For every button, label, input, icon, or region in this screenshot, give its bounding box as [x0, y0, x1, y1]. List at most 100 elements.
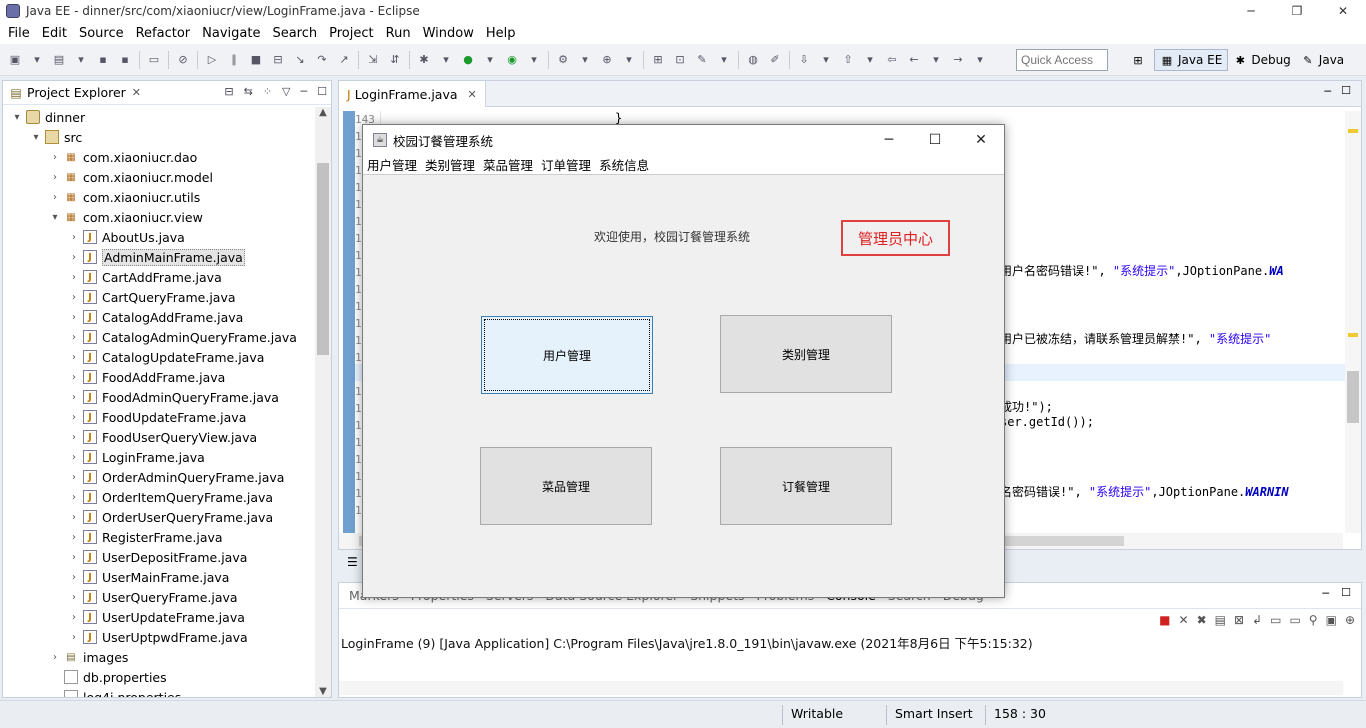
run-server-icon[interactable]: ◉ — [503, 51, 521, 69]
minimize-icon[interactable]: ─ — [1324, 85, 1331, 98]
collapsed-chevron-icon[interactable]: › — [49, 152, 61, 163]
collapsed-chevron-icon[interactable]: › — [68, 372, 80, 383]
tree-item[interactable]: › J CartAddFrame.java — [3, 267, 315, 287]
perspective-debug[interactable]: ✱ Debug — [1228, 49, 1295, 71]
step-into-icon[interactable]: ↘ — [291, 51, 309, 69]
maximize-icon[interactable]: ☐ — [317, 85, 327, 98]
word-wrap-icon[interactable]: ↲ — [1252, 613, 1262, 627]
tree-item[interactable]: › J CartQueryFrame.java — [3, 287, 315, 307]
explorer-scrollbar[interactable]: ▲ ▼ — [315, 107, 331, 697]
collapsed-chevron-icon[interactable]: › — [68, 592, 80, 603]
tree-item[interactable]: › J CatalogUpdateFrame.java — [3, 347, 315, 367]
terminate-icon[interactable]: ■ — [1159, 613, 1170, 627]
collapsed-chevron-icon[interactable]: › — [68, 312, 80, 323]
pin-console-icon[interactable]: ⚲ — [1309, 613, 1318, 627]
tree-item[interactable]: ▾ dinner — [3, 107, 315, 127]
dropdown-icon[interactable]: ▾ — [28, 51, 46, 69]
minimize-icon[interactable]: ─ — [1322, 587, 1329, 600]
collapsed-chevron-icon[interactable]: › — [68, 352, 80, 363]
collapsed-chevron-icon[interactable]: › — [68, 452, 80, 463]
toggle-mark-occurrences-icon[interactable]: ✐ — [766, 51, 784, 69]
tree-item[interactable]: › J UserDepositFrame.java — [3, 547, 315, 567]
new-java-class-icon[interactable]: ⊕ — [598, 51, 616, 69]
tree-item[interactable]: db.properties — [3, 667, 315, 687]
tree-item[interactable]: › J CatalogAddFrame.java — [3, 307, 315, 327]
dropdown-icon[interactable]: ▾ — [72, 51, 90, 69]
dropdown-icon[interactable]: ▾ — [817, 51, 835, 69]
tree-item[interactable]: › J FoodUpdateFrame.java — [3, 407, 315, 427]
dropdown-icon[interactable]: ▾ — [576, 51, 594, 69]
external-tools-icon[interactable]: ⚙ — [554, 51, 572, 69]
overview-ruler[interactable] — [1345, 111, 1361, 533]
swing-menu-user-management[interactable]: 用户管理 — [363, 155, 421, 174]
collapsed-chevron-icon[interactable]: › — [68, 472, 80, 483]
tree-item[interactable]: › ▦ com.xiaoniucr.utils — [3, 187, 315, 207]
use-step-filters-icon[interactable]: ⇵ — [386, 51, 404, 69]
show-on-stderr-icon[interactable]: ▭ — [1289, 613, 1300, 627]
dropdown-icon[interactable]: ▾ — [620, 51, 638, 69]
tree-item[interactable]: › J UserMainFrame.java — [3, 567, 315, 587]
new-server-icon[interactable]: ▤ — [50, 51, 68, 69]
menu-help[interactable]: Help — [480, 26, 522, 41]
minimize-button[interactable]: ─ — [1228, 0, 1274, 22]
step-over-icon[interactable]: ↷ — [313, 51, 331, 69]
filters-icon[interactable]: ⁘ — [263, 85, 272, 98]
console-horizontal-scrollbar[interactable] — [339, 681, 1343, 695]
collapsed-chevron-icon[interactable]: › — [68, 292, 80, 303]
scroll-up-icon[interactable]: ▲ — [315, 107, 331, 118]
menu-source[interactable]: Source — [73, 26, 130, 41]
step-return-icon[interactable]: ↗ — [335, 51, 353, 69]
menu-window[interactable]: Window — [417, 26, 480, 41]
swing-menu-order-management[interactable]: 订单管理 — [537, 155, 595, 174]
restore-button[interactable]: ❐ — [1274, 0, 1320, 22]
tree-item[interactable]: › J FoodUserQueryView.java — [3, 427, 315, 447]
maximize-icon[interactable]: ☐ — [1341, 84, 1351, 97]
menu-run[interactable]: Run — [380, 26, 417, 41]
tree-item[interactable]: › ▤ images — [3, 647, 315, 667]
scroll-lock-icon[interactable]: ⊠ — [1234, 613, 1244, 627]
collapsed-chevron-icon[interactable]: › — [68, 512, 80, 523]
collapsed-chevron-icon[interactable]: › — [68, 332, 80, 343]
scroll-down-icon[interactable]: ▼ — [315, 686, 331, 697]
forward-icon[interactable]: → — [949, 51, 967, 69]
search-icon[interactable]: ✎ — [693, 51, 711, 69]
swing-maximize-button[interactable]: ☐ — [912, 125, 958, 155]
open-console-icon[interactable]: ⊕ — [1345, 613, 1355, 627]
tree-item[interactable]: › J FoodAddFrame.java — [3, 367, 315, 387]
collapsed-chevron-icon[interactable]: › — [68, 632, 80, 643]
menu-file[interactable]: File — [2, 26, 36, 41]
link-with-editor-icon[interactable]: ⇆ — [244, 85, 253, 98]
overview-marker[interactable] — [1348, 333, 1358, 337]
dropdown-icon[interactable]: ▾ — [971, 51, 989, 69]
open-web-browser-icon[interactable]: ◍ — [744, 51, 762, 69]
remove-all-terminated-icon[interactable]: ✖ — [1197, 613, 1207, 627]
terminal-icon[interactable]: ▭ — [145, 51, 163, 69]
tree-item[interactable]: › ▦ com.xiaoniucr.dao — [3, 147, 315, 167]
tree-item[interactable]: › J UserUptpwdFrame.java — [3, 627, 315, 647]
menu-navigate[interactable]: Navigate — [196, 26, 266, 41]
collapsed-chevron-icon[interactable]: › — [68, 392, 80, 403]
tree-item[interactable]: › J OrderUserQueryFrame.java — [3, 507, 315, 527]
collapsed-chevron-icon[interactable]: › — [68, 572, 80, 583]
expanded-chevron-icon[interactable]: ▾ — [49, 212, 61, 223]
open-type-icon[interactable]: ⊞ — [649, 51, 667, 69]
close-icon[interactable]: ✕ — [132, 86, 141, 99]
menu-search[interactable]: Search — [266, 26, 323, 41]
collapsed-chevron-icon[interactable]: › — [68, 492, 80, 503]
food-management-button[interactable]: 菜品管理 — [480, 447, 652, 525]
debug-icon[interactable]: ✱ — [415, 51, 433, 69]
open-perspective-button[interactable]: ⊞ — [1126, 49, 1154, 71]
view-menu-icon[interactable]: ▽ — [282, 85, 290, 98]
close-button[interactable]: ✕ — [1320, 0, 1366, 22]
tree-item[interactable]: log4j.properties — [3, 687, 315, 697]
tree-item[interactable]: › J CatalogAdminQueryFrame.java — [3, 327, 315, 347]
dropdown-icon[interactable]: ▾ — [715, 51, 733, 69]
swing-menu-food-management[interactable]: 菜品管理 — [479, 155, 537, 174]
display-console-icon[interactable]: ▣ — [1326, 613, 1337, 627]
category-management-button[interactable]: 类别管理 — [720, 315, 892, 393]
dropdown-icon[interactable]: ▾ — [437, 51, 455, 69]
collapsed-chevron-icon[interactable]: › — [49, 652, 61, 663]
quick-access-input[interactable] — [1016, 49, 1108, 71]
collapsed-chevron-icon[interactable]: › — [68, 272, 80, 283]
open-task-icon[interactable]: ⊡ — [671, 51, 689, 69]
